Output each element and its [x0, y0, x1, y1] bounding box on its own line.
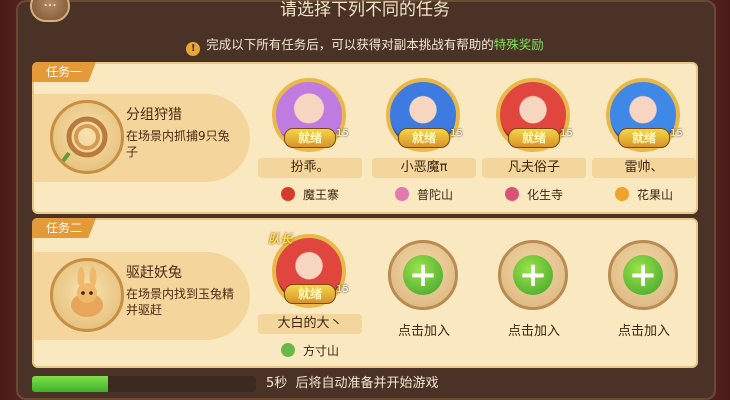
ready-badge: 就绪 [508, 128, 560, 148]
school-label: 方寸山 [258, 342, 362, 360]
player-name: 凡夫俗子 [482, 158, 586, 178]
player-name: 小恶魔π [372, 158, 476, 178]
plus-icon: + [623, 255, 663, 295]
add-button[interactable]: + [498, 240, 568, 310]
task-name: 驱赶妖兔 [126, 265, 182, 281]
plus-icon: + [403, 255, 443, 295]
rabbit-icon [50, 258, 124, 332]
join-slot[interactable]: + 点击加入 [592, 220, 696, 366]
add-button[interactable]: + [388, 240, 458, 310]
school-label: 花果山 [592, 186, 696, 204]
rope-icon [50, 100, 124, 174]
notice-highlight: 特殊奖励 [493, 37, 544, 52]
player-name: 雷帅、 [592, 158, 696, 178]
add-button[interactable]: + [608, 240, 678, 310]
player-slot[interactable]: 就绪 15 凡夫俗子 化生寺 [482, 64, 586, 214]
player-name: 扮乖。 [258, 158, 362, 178]
join-slot[interactable]: + 点击加入 [372, 220, 476, 366]
countdown-progress-bar [32, 376, 256, 392]
task-name: 分组狩猎 [126, 107, 182, 123]
player-level: 15 [336, 128, 349, 139]
join-label: 点击加入 [397, 324, 450, 339]
task-card-2: 任务二 驱赶妖兔 在场景内找到玉兔精并驱赶 队长 就绪 15 大白的大丶 方寸山… [32, 218, 698, 368]
player-level: 15 [336, 284, 349, 295]
player-name: 大白的大丶 [258, 314, 362, 334]
school-icon [394, 187, 409, 201]
dialog-title: 请选择下列不同的任务 [280, 0, 450, 20]
player-slot[interactable]: 就绪 15 雷帅、 花果山 [592, 64, 696, 214]
task-info: 分组狩猎 在场景内抓捕9只兔子 [34, 94, 250, 182]
ready-badge: 就绪 [284, 284, 336, 304]
player-slot[interactable]: 就绪 15 扮乖。 魔王寨 [258, 64, 362, 214]
school-icon [280, 343, 295, 357]
task-label: 任务二 [32, 218, 96, 238]
plus-icon: + [513, 255, 553, 295]
task-label: 任务一 [32, 62, 96, 82]
task-info: 驱赶妖兔 在场景内找到玉兔精并驱赶 [34, 252, 250, 340]
ready-badge: 就绪 [284, 128, 336, 148]
progress-fill [32, 376, 109, 392]
school-label: 普陀山 [372, 186, 476, 204]
join-slot[interactable]: + 点击加入 [482, 220, 586, 366]
task-desc: 在场景内找到玉兔精并驱赶 [126, 287, 235, 317]
school-icon [504, 187, 519, 201]
school-label: 魔王寨 [258, 186, 362, 204]
ready-badge: 就绪 [398, 128, 450, 148]
player-slot[interactable]: 队长 就绪 15 大白的大丶 方寸山 [258, 220, 362, 366]
leader-badge: 队长 [268, 232, 293, 246]
task-desc: 在场景内抓捕9只兔子 [126, 129, 230, 159]
school-label: 化生寺 [482, 186, 586, 204]
join-label: 点击加入 [617, 324, 670, 339]
ready-badge: 就绪 [618, 128, 670, 148]
task-card-1: 任务一 分组狩猎 在场景内抓捕9只兔子 就绪 15 扮乖。 魔王寨 就绪 15 … [32, 62, 698, 214]
player-slot[interactable]: 就绪 15 小恶魔π 普陀山 [372, 64, 476, 214]
player-level: 15 [670, 128, 683, 139]
notice-text: 完成以下所有任务后，可以获得对副本挑战有帮助的 [206, 37, 494, 52]
player-level: 15 [450, 128, 463, 139]
join-label: 点击加入 [507, 324, 560, 339]
school-icon [614, 187, 629, 201]
reward-notice: ! 完成以下所有任务后，可以获得对副本挑战有帮助的特殊奖励 [0, 36, 730, 56]
player-level: 15 [560, 128, 573, 139]
info-icon: ! [186, 42, 201, 56]
countdown-text: 5秒 后将自动准备并开始游戏 [266, 376, 439, 391]
school-icon [280, 187, 295, 201]
